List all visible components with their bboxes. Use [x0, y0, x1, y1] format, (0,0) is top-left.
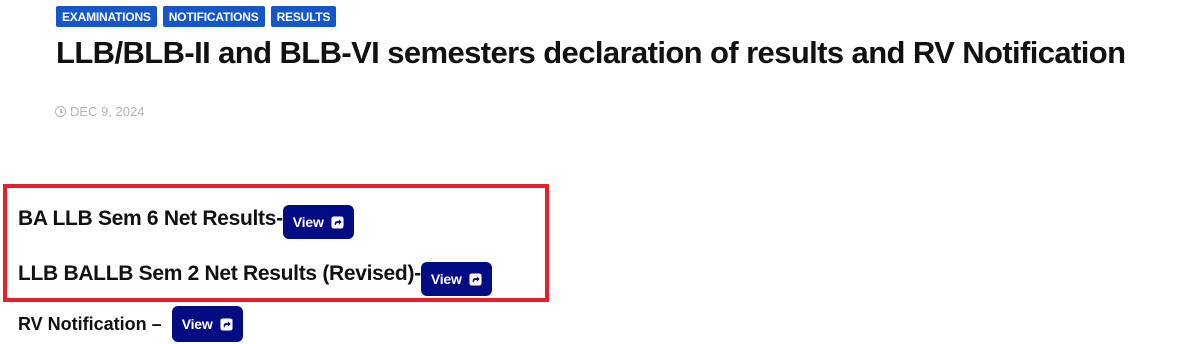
result-row-ba-llb-sem6: BA LLB Sem 6 Net Results- View	[18, 199, 354, 239]
category-tags: EXAMINATIONS NOTIFICATIONS RESULTS	[56, 6, 337, 27]
page-title: LLB/BLB-II and BLB-VI semesters declarat…	[56, 35, 1126, 70]
post-date-text: DEC 9, 2024	[70, 104, 145, 119]
tag-examinations[interactable]: EXAMINATIONS	[56, 6, 157, 27]
view-button-llb-ballb-sem2[interactable]: View	[420, 262, 492, 296]
view-button-ba-llb-sem6[interactable]: View	[282, 205, 354, 239]
result-label: LLB BALLB Sem 2 Net Results (Revised)-	[18, 262, 421, 285]
share-icon	[469, 272, 482, 286]
view-button-rv-notification[interactable]: View	[171, 306, 243, 342]
result-label: RV Notification –	[18, 313, 162, 334]
result-label: BA LLB Sem 6 Net Results-	[18, 207, 283, 230]
tag-results[interactable]: RESULTS	[270, 6, 337, 27]
share-icon	[331, 215, 344, 229]
result-row-llb-ballb-sem2: LLB BALLB Sem 2 Net Results (Revised)- V…	[18, 252, 492, 296]
view-button-label: View	[430, 271, 462, 287]
view-button-label: View	[181, 316, 213, 332]
tag-notifications[interactable]: NOTIFICATIONS	[162, 6, 265, 27]
share-icon	[220, 317, 233, 331]
post-date: DEC 9, 2024	[55, 104, 144, 119]
clock-icon	[55, 106, 66, 117]
result-row-rv-notification: RV Notification – View	[18, 306, 243, 342]
view-button-label: View	[292, 214, 324, 230]
